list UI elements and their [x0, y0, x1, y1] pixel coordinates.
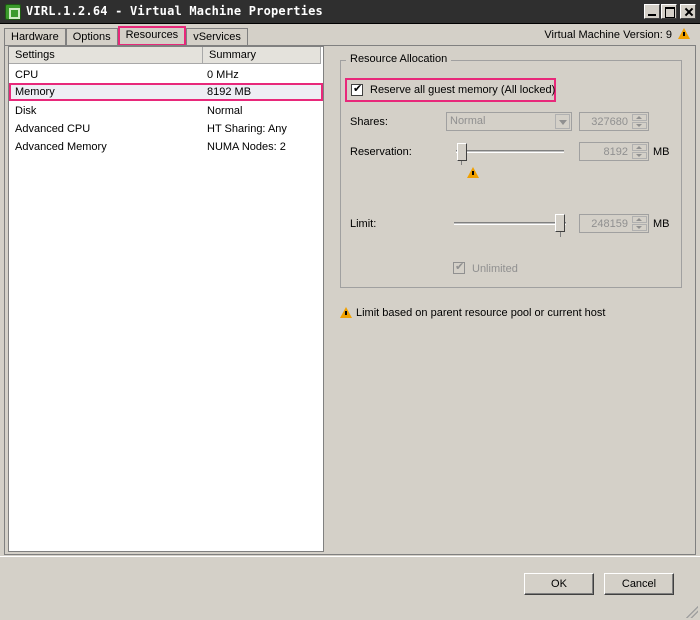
chevron-down-icon[interactable] — [555, 114, 570, 129]
limit-unit: MB — [653, 218, 670, 230]
row-summary: 0 MHz — [207, 69, 239, 81]
column-header-summary[interactable]: Summary — [203, 47, 321, 64]
table-row-disk[interactable]: Disk Normal — [9, 102, 323, 120]
warning-icon — [678, 28, 690, 39]
spin-down-icon[interactable] — [632, 224, 647, 231]
reservation-stepper[interactable]: 8192 — [579, 142, 649, 161]
unlimited-checkbox[interactable] — [453, 260, 465, 274]
vm-version-label: Virtual Machine Version: 9 — [544, 29, 672, 41]
tab-strip: Hardware Options Resources vServices — [4, 26, 248, 46]
reserve-all-memory-label[interactable]: Reserve all guest memory (All locked) — [370, 84, 555, 96]
shares-amount-stepper[interactable]: 327680 — [579, 112, 649, 131]
minimize-button[interactable] — [644, 4, 660, 19]
spin-down-icon[interactable] — [632, 152, 647, 159]
window-title: VIRL.1.2.64 - Virtual Machine Properties — [26, 4, 323, 18]
settings-table: Settings Summary CPU 0 MHz Memory 8192 M… — [8, 46, 324, 552]
limit-slider-track[interactable] — [454, 222, 566, 225]
reservation-unit: MB — [653, 146, 670, 158]
table-row-cpu[interactable]: CPU 0 MHz — [9, 66, 323, 84]
shares-select[interactable]: Normal — [446, 112, 572, 131]
resource-allocation-legend: Resource Allocation — [346, 53, 452, 65]
tab-vservices[interactable]: vServices — [186, 28, 248, 46]
table-row-advanced-cpu[interactable]: Advanced CPU HT Sharing: Any — [9, 120, 323, 138]
table-row-memory[interactable]: Memory 8192 MB — [9, 83, 323, 101]
table-row-advanced-memory[interactable]: Advanced Memory NUMA Nodes: 2 — [9, 138, 323, 156]
maximize-button[interactable] — [661, 4, 677, 19]
reservation-slider-track[interactable] — [456, 150, 564, 153]
resize-grip-icon[interactable] — [686, 606, 698, 618]
close-button[interactable] — [680, 4, 696, 19]
reservation-value: 8192 — [603, 146, 628, 158]
row-setting: Memory — [15, 86, 55, 98]
tab-resources[interactable]: Resources — [117, 26, 187, 46]
row-setting: Advanced CPU — [15, 123, 91, 135]
limit-stepper[interactable]: 248159 — [579, 214, 649, 233]
row-summary: HT Sharing: Any — [207, 123, 287, 135]
spin-up-icon[interactable] — [632, 114, 647, 121]
spin-up-icon[interactable] — [632, 216, 647, 223]
title-bar: VIRL.1.2.64 - Virtual Machine Properties — [0, 0, 700, 24]
footer-divider — [0, 556, 700, 557]
shares-amount-value: 327680 — [591, 116, 628, 128]
limit-slider-thumb[interactable] — [555, 214, 565, 232]
column-header-settings[interactable]: Settings — [9, 47, 203, 64]
spin-down-icon[interactable] — [632, 122, 647, 129]
reserve-all-memory-checkbox[interactable] — [351, 82, 363, 96]
row-summary: NUMA Nodes: 2 — [207, 141, 286, 153]
vm-app-icon — [5, 4, 21, 20]
row-setting: Disk — [15, 105, 37, 117]
reservation-label: Reservation: — [350, 146, 412, 158]
row-summary: Normal — [207, 105, 243, 117]
row-setting: CPU — [15, 69, 39, 81]
cancel-button[interactable]: Cancel — [604, 573, 674, 595]
spin-up-icon[interactable] — [632, 144, 647, 151]
shares-select-value: Normal — [450, 115, 486, 127]
tab-hardware[interactable]: Hardware — [4, 28, 66, 46]
limit-tick — [560, 232, 561, 237]
limit-value: 248159 — [591, 218, 628, 230]
row-summary: 8192 MB — [207, 86, 252, 98]
reservation-slider-thumb[interactable] — [457, 143, 467, 161]
ok-button[interactable]: OK — [524, 573, 594, 595]
limit-note: Limit based on parent resource pool or c… — [356, 307, 606, 319]
tab-options[interactable]: Options — [65, 28, 118, 46]
limit-label: Limit: — [350, 218, 377, 230]
unlimited-label: Unlimited — [472, 263, 518, 275]
shares-label: Shares: — [350, 116, 388, 128]
row-setting: Advanced Memory — [15, 141, 107, 153]
